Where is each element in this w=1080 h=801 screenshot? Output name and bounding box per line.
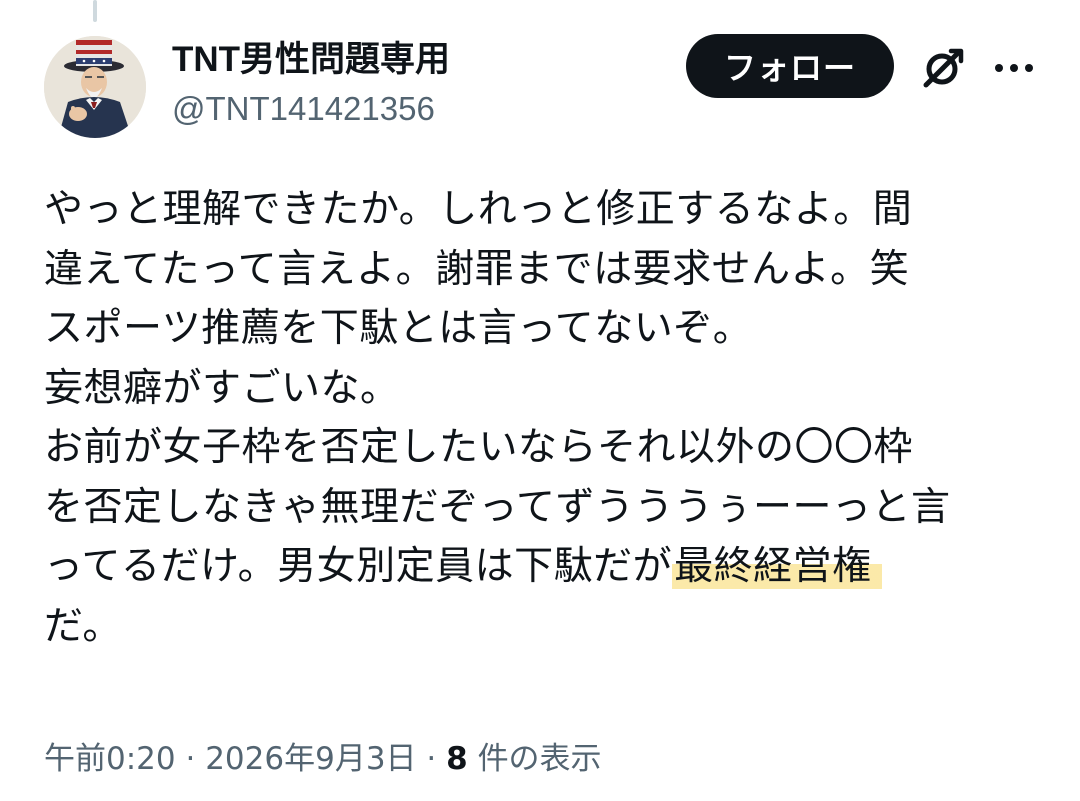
author-handle[interactable]: @TNT141421356	[172, 88, 450, 130]
meta-separator: ·	[426, 741, 437, 777]
avatar[interactable]	[44, 36, 146, 138]
views-count: 8	[446, 741, 468, 777]
post-text-line: お前が女子枠を否定したいならそれ以外の〇〇枠	[44, 425, 914, 470]
post-text-line-with-highlight: ってるだけ。男女別定員は下駄だが最終経営権	[44, 537, 1044, 597]
post-text-line: を否定しなきゃ無理だぞってずうううぅーーっと言	[44, 484, 951, 530]
author-display-name[interactable]: TNT男性問題専用	[172, 38, 450, 82]
post-time[interactable]: 午前0:20	[44, 741, 176, 777]
post-text: やっと理解できたか。しれっと修正するなよ。間 違えてたって言えよ。謝罪までは要求…	[44, 180, 1044, 656]
more-horizontal-icon[interactable]	[990, 50, 1038, 86]
grok-slash-icon[interactable]	[917, 44, 967, 94]
follow-button[interactable]: フォロー	[686, 34, 894, 98]
post-metadata: 午前0:20 · 2026年9月3日 · 8 件の表示	[44, 738, 602, 780]
meta-separator: ·	[185, 741, 196, 777]
author-info: TNT男性問題専用 @TNT141421356	[172, 38, 450, 130]
post-detail: TNT男性問題専用 @TNT141421356 フォロー やっと理解できたか。し…	[0, 0, 1080, 801]
post-text-line: 妄想癖がすごいな。	[44, 365, 400, 411]
post-text-line: 違えてたって言えよ。謝罪までは要求せんよ。笑	[44, 246, 910, 292]
post-text-segment: ってるだけ。男女別定員は下駄だが	[44, 544, 673, 589]
thread-connector-line	[93, 0, 97, 22]
post-text-line: だ。	[44, 603, 122, 649]
post-date[interactable]: 2026年9月3日	[205, 741, 416, 777]
post-text-line: やっと理解できたか。しれっと修正するなよ。間	[44, 187, 913, 232]
highlighted-text: 最終経営権	[672, 544, 882, 589]
views-label: 件の表示	[477, 741, 602, 777]
post-text-line: スポーツ推薦を下駄とは言ってないぞ。	[44, 306, 753, 351]
